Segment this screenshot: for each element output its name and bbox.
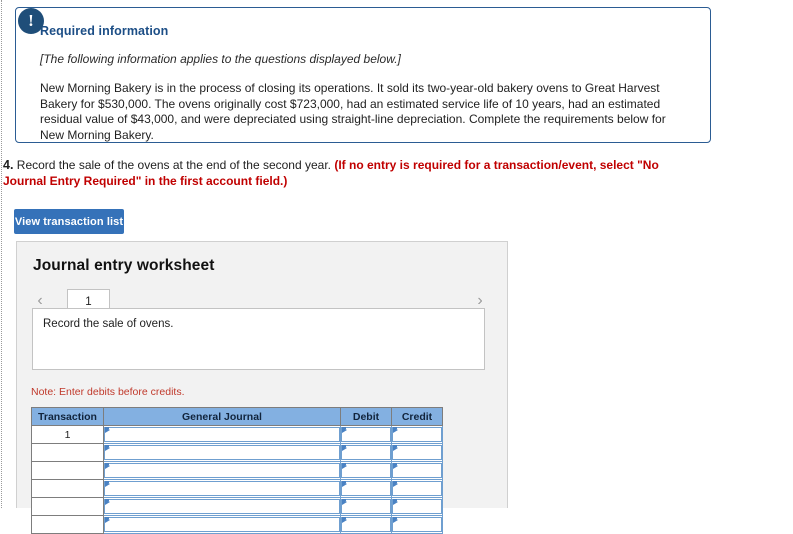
column-header-credit: Credit — [391, 407, 443, 426]
cell-picker-icon — [342, 427, 347, 433]
cell-input[interactable] — [104, 445, 340, 460]
cell-picker-icon — [342, 463, 347, 469]
cell-input[interactable] — [341, 499, 391, 514]
credit-input-cell[interactable] — [391, 425, 443, 444]
column-header-transaction: Transaction — [31, 407, 104, 426]
cell-picker-icon — [342, 499, 347, 505]
exclamation-icon: ! — [18, 8, 44, 34]
general-journal-table: Transaction General Journal Debit Credit… — [31, 407, 443, 534]
cell-input[interactable] — [104, 517, 340, 532]
debits-before-credits-note: Note: Enter debits before credits. — [31, 386, 185, 398]
worksheet-title: Journal entry worksheet — [33, 257, 215, 274]
transaction-number-cell — [31, 497, 104, 516]
cell-picker-icon — [393, 517, 398, 523]
callout-body-text: New Morning Bakery is in the process of … — [40, 81, 666, 142]
debit-input-cell[interactable] — [340, 443, 392, 462]
cell-picker-icon — [342, 445, 347, 451]
table-row: 1 — [31, 425, 443, 444]
credit-input-cell[interactable] — [391, 497, 443, 516]
table-row — [31, 515, 443, 534]
table-header-row: Transaction General Journal Debit Credit — [31, 407, 443, 426]
table-body: 1 — [31, 425, 443, 534]
account-select-cell[interactable] — [103, 515, 341, 534]
cell-picker-icon — [105, 463, 110, 469]
transaction-number-cell — [31, 443, 104, 462]
debit-input-cell[interactable] — [340, 461, 392, 480]
callout-italic-note: [The following information applies to th… — [40, 52, 401, 66]
account-select-cell[interactable] — [103, 497, 341, 516]
column-header-general-journal: General Journal — [103, 407, 341, 426]
account-select-cell[interactable] — [103, 461, 341, 480]
worksheet-description-box: Record the sale of ovens. — [32, 308, 485, 370]
credit-input-cell[interactable] — [391, 479, 443, 498]
cell-picker-icon — [105, 481, 110, 487]
column-header-debit: Debit — [340, 407, 392, 426]
table-row — [31, 479, 443, 498]
question-text: Record the sale of the ovens at the end … — [16, 158, 331, 172]
cell-picker-icon — [105, 445, 110, 451]
cell-input[interactable] — [104, 499, 340, 514]
view-transaction-list-button[interactable]: View transaction list — [14, 209, 124, 234]
cell-input[interactable] — [341, 517, 391, 532]
table-row — [31, 461, 443, 480]
cell-picker-icon — [105, 427, 110, 433]
callout-title: Required information — [40, 24, 169, 38]
cell-input[interactable] — [392, 499, 442, 514]
cell-input[interactable] — [392, 445, 442, 460]
cell-picker-icon — [342, 481, 347, 487]
transaction-number-cell — [31, 461, 104, 480]
transaction-number-cell — [31, 515, 104, 534]
table-row — [31, 443, 443, 462]
cell-input[interactable] — [341, 427, 391, 442]
cell-picker-icon — [342, 517, 347, 523]
cell-picker-icon — [393, 445, 398, 451]
debit-input-cell[interactable] — [340, 425, 392, 444]
cell-input[interactable] — [341, 445, 391, 460]
cell-input[interactable] — [392, 481, 442, 496]
cell-picker-icon — [393, 427, 398, 433]
cell-input[interactable] — [104, 427, 340, 442]
cell-picker-icon — [105, 499, 110, 505]
credit-input-cell[interactable] — [391, 443, 443, 462]
cell-input[interactable] — [341, 481, 391, 496]
cell-picker-icon — [393, 499, 398, 505]
credit-input-cell[interactable] — [391, 515, 443, 534]
cell-picker-icon — [393, 463, 398, 469]
debit-input-cell[interactable] — [340, 479, 392, 498]
cell-input[interactable] — [392, 463, 442, 478]
credit-input-cell[interactable] — [391, 461, 443, 480]
debit-input-cell[interactable] — [340, 497, 392, 516]
cell-picker-icon — [105, 517, 110, 523]
cell-input[interactable] — [392, 427, 442, 442]
required-information-callout: ! Required information [The following in… — [15, 7, 711, 143]
transaction-number-cell — [31, 479, 104, 498]
account-select-cell[interactable] — [103, 443, 341, 462]
worksheet-description-text: Record the sale of ovens. — [43, 318, 174, 330]
cell-picker-icon — [393, 481, 398, 487]
page-left-rail — [1, 0, 2, 508]
account-select-cell[interactable] — [103, 479, 341, 498]
question-number: 4. — [3, 158, 14, 172]
transaction-number-cell: 1 — [31, 425, 104, 444]
cell-input[interactable] — [104, 463, 340, 478]
question-prompt: 4. Record the sale of the ovens at the e… — [3, 157, 703, 189]
cell-input[interactable] — [392, 517, 442, 532]
debit-input-cell[interactable] — [340, 515, 392, 534]
cell-input[interactable] — [104, 481, 340, 496]
account-select-cell[interactable] — [103, 425, 341, 444]
cell-input[interactable] — [341, 463, 391, 478]
table-row — [31, 497, 443, 516]
